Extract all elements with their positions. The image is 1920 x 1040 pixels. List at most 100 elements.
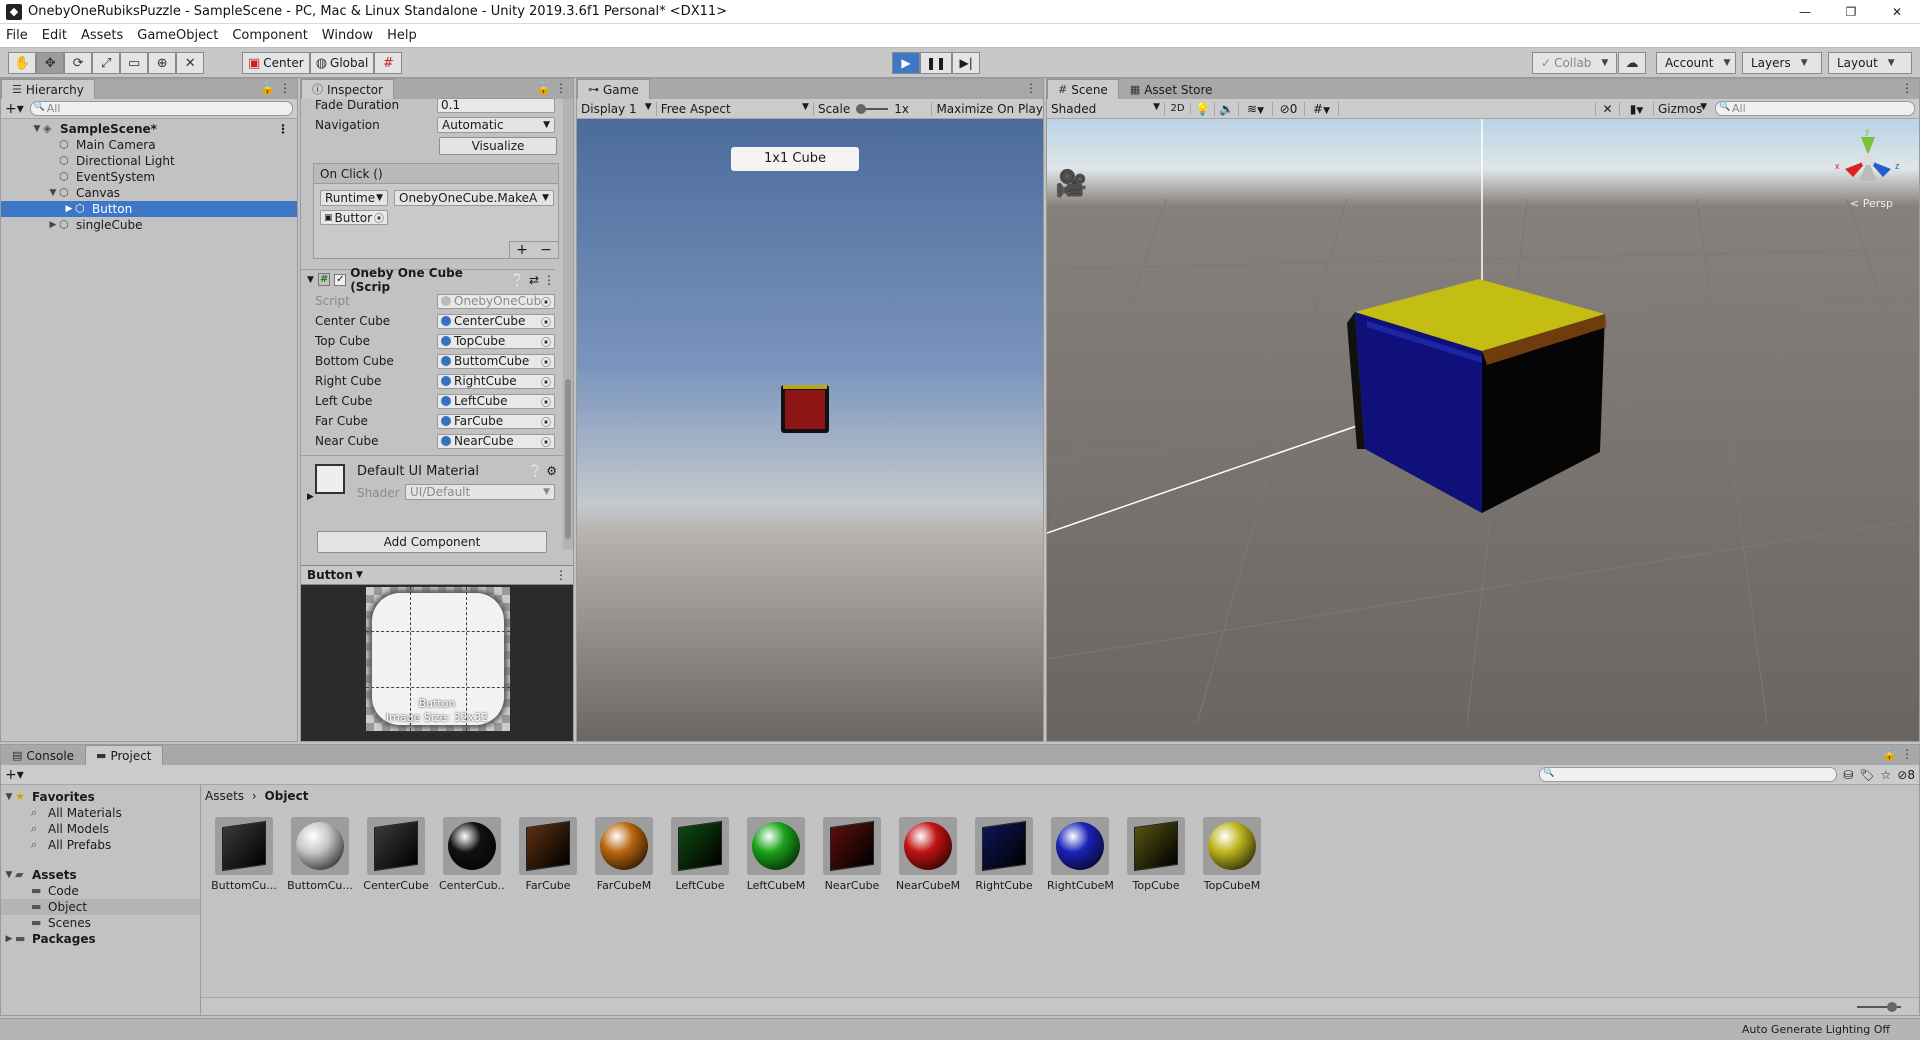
collapse-arrow-icon[interactable]: ▶ [47, 217, 59, 233]
asset-item[interactable]: RightCubeM [1047, 817, 1113, 892]
menu-file[interactable]: File [6, 28, 28, 43]
component-enabled-checkbox[interactable]: ✓ [334, 273, 347, 286]
transform-tool-button[interactable]: ⊕ [148, 52, 177, 74]
pivot-center-button[interactable]: ▣ Center [242, 52, 310, 74]
play-button[interactable]: ▶ [892, 52, 920, 74]
search-by-label-icon[interactable]: 🏷 [1859, 768, 1874, 782]
panel-menu-icon[interactable]: ⋮ [1025, 81, 1037, 95]
step-button[interactable]: ▶| [952, 52, 981, 74]
target-picker-icon[interactable]: ⦿ [541, 334, 551, 349]
panel-menu-icon[interactable]: 🔒 ⋮ [536, 81, 567, 95]
target-picker-icon[interactable]: ⦿ [541, 374, 551, 389]
game-ui-button[interactable]: 1x1 Cube [731, 147, 859, 171]
help-icon[interactable]: ❔ [510, 273, 525, 287]
settings-gear-icon[interactable]: ⚙ [546, 464, 557, 478]
scene-orientation-gizmo[interactable]: y x z [1833, 125, 1903, 195]
expand-arrow-icon[interactable]: ▼ [3, 867, 15, 883]
runtime-dropdown[interactable]: Runtime ▼ [320, 190, 388, 206]
projection-label[interactable]: < Persp [1850, 197, 1893, 210]
2d-toggle-button[interactable]: 2D [1165, 103, 1191, 114]
asset-item[interactable]: ButtomCu... [287, 817, 353, 892]
scene-cube[interactable] [1347, 279, 1607, 513]
hierarchy-item-main-camera[interactable]: ⬡ Main Camera [1, 137, 297, 153]
expand-arrow-icon[interactable]: ▼ [31, 121, 43, 137]
tree-favorites[interactable]: ▼ ★ Favorites [1, 789, 200, 805]
component-header[interactable]: ▼ # ✓ Onebу One Cube (Scrip ❔ ⇄ ⋮ [301, 266, 555, 294]
layout-dropdown[interactable]: Layout ▼ [1828, 52, 1912, 74]
project-search-input[interactable] [1539, 767, 1838, 782]
hierarchy-item-singlecube[interactable]: ▶ ⬡ singleCube [1, 217, 297, 233]
hierarchy-item-directional-light[interactable]: ⬡ Directional Light [1, 153, 297, 169]
menu-component[interactable]: Component [232, 28, 307, 43]
menu-gameobject[interactable]: GameObject [137, 28, 218, 43]
cloud-button[interactable]: ☁ [1618, 52, 1646, 74]
rotate-tool-button[interactable]: ⟳ [64, 52, 93, 74]
tab-inspector[interactable]: ⓘ Inspector [301, 79, 394, 99]
foldout-arrow-icon[interactable]: ▶ [307, 492, 314, 502]
collapse-arrow-icon[interactable]: ▶ [63, 201, 75, 217]
tab-project[interactable]: ▬ Project [85, 745, 163, 765]
maximize-button[interactable]: ❐ [1828, 0, 1874, 24]
hierarchy-search-input[interactable]: All [29, 101, 293, 116]
rect-tool-button[interactable]: ▭ [120, 52, 149, 74]
add-listener-button[interactable]: + [510, 242, 534, 258]
preview-menu-icon[interactable]: ⋮ [555, 568, 567, 582]
search-by-type-icon[interactable]: ⛁ [1843, 768, 1853, 782]
inspector-scrollbar[interactable] [563, 99, 573, 549]
collapse-arrow-icon[interactable]: ▶ [3, 931, 15, 947]
panel-menu-icon[interactable]: 🔒 ⋮ [1882, 747, 1913, 761]
move-tool-button[interactable]: ✥ [36, 52, 65, 74]
collab-dropdown[interactable]: ✓ Collab ▼ [1532, 52, 1618, 74]
scene-viewport[interactable]: 🎥 y x z < Persp [1047, 119, 1919, 741]
asset-item[interactable]: FarCubeM [591, 817, 657, 892]
lighting-toggle-button[interactable]: 💡 [1191, 101, 1215, 116]
create-button[interactable]: +▾ [5, 101, 24, 117]
hidden-objects-toggle[interactable]: ⊘0 [1273, 101, 1305, 116]
game-viewport[interactable]: 1x1 Cube [577, 119, 1043, 741]
menu-assets[interactable]: Assets [81, 28, 123, 43]
hierarchy-item-button[interactable]: ▶ ⬡ Button [1, 201, 297, 217]
help-icon[interactable]: ❔ [528, 464, 543, 478]
near-cube-field[interactable]: NearCube ⦿ [437, 433, 555, 449]
center-cube-field[interactable]: CenterCube ⦿ [437, 313, 555, 329]
onclick-target-field[interactable]: ▣ Buttor ⦿ [320, 210, 388, 225]
breadcrumb-root[interactable]: Assets [205, 789, 244, 803]
add-component-button[interactable]: Add Component [317, 531, 547, 553]
hierarchy-item-canvas[interactable]: ▼ ⬡ Canvas [1, 185, 297, 201]
visualize-button[interactable]: Visualize [439, 137, 557, 155]
menu-window[interactable]: Window [322, 28, 373, 43]
preview-header[interactable]: Button ▼ ⋮ [301, 565, 573, 585]
scene-row[interactable]: ▼ ◈ SampleScene* ⋮ [1, 121, 297, 137]
bottom-cube-field[interactable]: ButtomCube ⦿ [437, 353, 555, 369]
asset-item[interactable]: RightCube [971, 817, 1037, 892]
tree-folder-code[interactable]: ▬ Code [1, 883, 200, 899]
custom-tool-button[interactable]: ✕ [176, 52, 205, 74]
account-dropdown[interactable]: Account ▼ [1656, 52, 1736, 74]
gizmos-dropdown[interactable]: Gizmos ▼ [1653, 101, 1711, 116]
asset-item[interactable]: NearCube [819, 817, 885, 892]
asset-item[interactable]: TopCube [1123, 817, 1189, 892]
tab-console[interactable]: ▤ Console [1, 745, 86, 765]
hand-tool-button[interactable]: ✋ [8, 52, 37, 74]
icon-size-slider[interactable] [1857, 1002, 1901, 1012]
minimize-button[interactable]: — [1782, 0, 1828, 24]
grid-snap-button[interactable]: # [374, 52, 403, 74]
space-global-button[interactable]: ◍ Global [309, 52, 375, 74]
asset-item[interactable]: CenterCub... [439, 817, 505, 892]
asset-item[interactable]: CenterCube [363, 817, 429, 892]
target-picker-icon[interactable]: ⦿ [541, 314, 551, 329]
right-cube-field[interactable]: RightCube ⦿ [437, 373, 555, 389]
foldout-arrow-icon[interactable]: ▼ [307, 275, 314, 285]
pause-button[interactable]: ❚❚ [920, 52, 953, 74]
grid-toggle-dropdown[interactable]: #▼ [1305, 101, 1339, 116]
top-cube-field[interactable]: TopCube ⦿ [437, 333, 555, 349]
asset-item[interactable]: FarCube [515, 817, 581, 892]
hierarchy-item-eventsystem[interactable]: ⬡ EventSystem [1, 169, 297, 185]
navigation-dropdown[interactable]: Automatic ▼ [437, 117, 555, 133]
tree-all-models[interactable]: ⌕ All Models [1, 821, 200, 837]
target-picker-icon[interactable]: ⦿ [541, 394, 551, 409]
audio-toggle-button[interactable]: 🔈 [1215, 101, 1239, 116]
slider-track[interactable] [856, 103, 889, 114]
shading-mode-dropdown[interactable]: Shaded ▼ [1047, 101, 1165, 116]
breadcrumb-current[interactable]: Object [265, 789, 309, 803]
